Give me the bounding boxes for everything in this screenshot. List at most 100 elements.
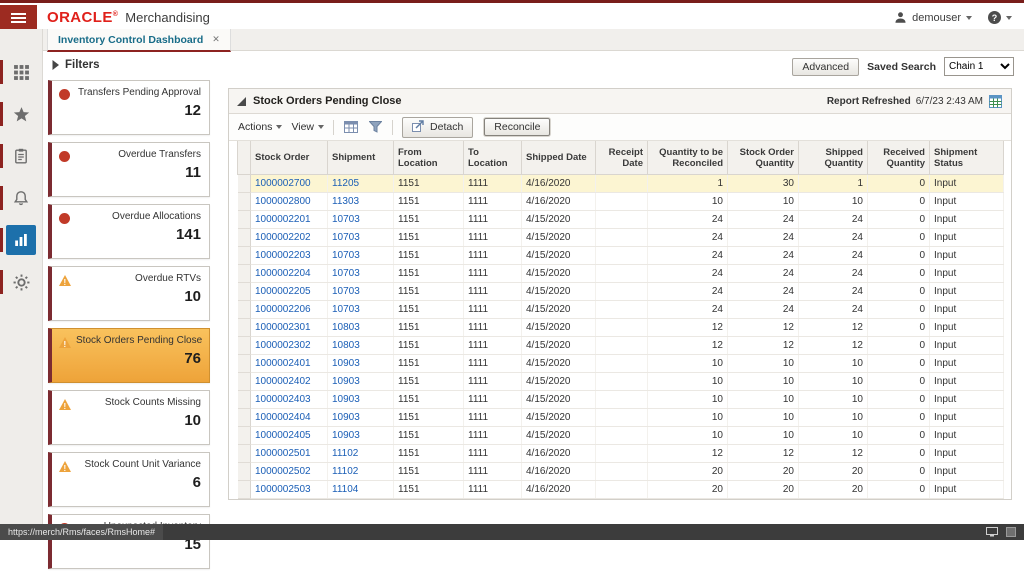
column-header-received-quantity[interactable]: Received Quantity bbox=[868, 141, 930, 175]
table-row[interactable]: 100000230210803115111114/15/20201212120I… bbox=[238, 337, 1004, 355]
column-header-from-location[interactable]: From Location bbox=[394, 141, 464, 175]
report-tile[interactable]: Transfers Pending Approval12 bbox=[48, 80, 210, 135]
report-tile[interactable]: Overdue Transfers11 bbox=[48, 142, 210, 197]
stock-order-link[interactable]: 1000002402 bbox=[255, 376, 311, 387]
rail-item-tasks[interactable] bbox=[0, 135, 42, 177]
report-tile[interactable]: Stock Counts Missing10 bbox=[48, 390, 210, 445]
shipment-link[interactable]: 10703 bbox=[332, 250, 360, 261]
column-header-to-location[interactable]: To Location bbox=[464, 141, 522, 175]
column-header-stock-order[interactable]: Stock Order bbox=[251, 141, 328, 175]
report-tile[interactable]: Unexpected Inventory15 bbox=[48, 514, 210, 569]
column-header-shipped-date[interactable]: Shipped Date bbox=[522, 141, 596, 175]
report-tile[interactable]: Overdue RTVs10 bbox=[48, 266, 210, 321]
stock-order-link[interactable]: 1000002401 bbox=[255, 358, 311, 369]
table-row[interactable]: 100000250311104115111114/16/20202020200I… bbox=[238, 481, 1004, 499]
stock-order-link[interactable]: 1000002700 bbox=[255, 178, 311, 189]
row-selector[interactable] bbox=[238, 265, 251, 283]
shipment-link[interactable]: 10803 bbox=[332, 322, 360, 333]
menu-button[interactable] bbox=[0, 5, 37, 31]
rail-item-apps[interactable] bbox=[0, 51, 42, 93]
panel-toggle-icon[interactable] bbox=[1006, 527, 1016, 537]
help-menu[interactable]: ? bbox=[988, 11, 1012, 24]
table-row[interactable]: 100000270011205115111114/16/202013010Inp… bbox=[238, 175, 1004, 193]
row-selector[interactable] bbox=[238, 175, 251, 193]
row-selector[interactable] bbox=[238, 229, 251, 247]
row-selector[interactable] bbox=[238, 301, 251, 319]
shipment-link[interactable]: 11102 bbox=[332, 448, 358, 459]
user-menu[interactable]: demouser bbox=[894, 11, 972, 24]
shipment-link[interactable]: 10803 bbox=[332, 340, 360, 351]
report-tile[interactable]: Overdue Allocations141 bbox=[48, 204, 210, 259]
shipment-link[interactable]: 11102 bbox=[332, 466, 358, 477]
shipment-link[interactable]: 10903 bbox=[332, 430, 360, 441]
export-report-icon[interactable] bbox=[988, 94, 1003, 109]
shipment-link[interactable]: 10903 bbox=[332, 358, 360, 369]
stock-order-link[interactable]: 1000002405 bbox=[255, 430, 311, 441]
table-row[interactable]: 100000220110703115111114/15/20202424240I… bbox=[238, 211, 1004, 229]
shipment-link[interactable]: 10703 bbox=[332, 304, 360, 315]
actions-menu[interactable]: Actions bbox=[238, 121, 282, 133]
table-row[interactable]: 100000220310703115111114/15/20202424240I… bbox=[238, 247, 1004, 265]
query-by-example-icon[interactable] bbox=[368, 120, 383, 134]
stock-order-link[interactable]: 1000002204 bbox=[255, 268, 311, 279]
column-header-receipt-date[interactable]: Receipt Date bbox=[596, 141, 648, 175]
table-row[interactable]: 100000240310903115111114/15/20201010100I… bbox=[238, 391, 1004, 409]
shipment-link[interactable]: 10703 bbox=[332, 268, 360, 279]
row-selector[interactable] bbox=[238, 211, 251, 229]
row-selector[interactable] bbox=[238, 373, 251, 391]
row-selector[interactable] bbox=[238, 445, 251, 463]
column-header-stock-order-quantity[interactable]: Stock Order Quantity bbox=[728, 141, 799, 175]
column-header-shipped-quantity[interactable]: Shipped Quantity bbox=[799, 141, 868, 175]
shipment-link[interactable]: 10903 bbox=[332, 412, 360, 423]
display-icon[interactable] bbox=[986, 527, 998, 537]
row-selector[interactable] bbox=[238, 481, 251, 499]
table-row[interactable]: 100000240510903115111114/15/20201010100I… bbox=[238, 427, 1004, 445]
report-tile[interactable]: Stock Count Unit Variance6 bbox=[48, 452, 210, 507]
shipment-link[interactable]: 11205 bbox=[332, 178, 359, 189]
stock-order-link[interactable]: 1000002201 bbox=[255, 214, 311, 225]
row-selector[interactable] bbox=[238, 247, 251, 265]
stock-order-link[interactable]: 1000002503 bbox=[255, 484, 311, 495]
table-row[interactable]: 100000220610703115111114/15/20202424240I… bbox=[238, 301, 1004, 319]
table-row[interactable]: 100000220510703115111114/15/20202424240I… bbox=[238, 283, 1004, 301]
rail-item-settings[interactable] bbox=[0, 261, 42, 303]
tab-close-icon[interactable]: ✕ bbox=[212, 35, 220, 44]
table-row[interactable]: 100000250111102115111114/16/20201212120I… bbox=[238, 445, 1004, 463]
column-header-shipment[interactable]: Shipment bbox=[328, 141, 394, 175]
table-row[interactable]: 100000280011303115111114/16/20201010100I… bbox=[238, 193, 1004, 211]
stock-order-link[interactable]: 1000002206 bbox=[255, 304, 311, 315]
row-selector[interactable] bbox=[238, 283, 251, 301]
shipment-link[interactable]: 11104 bbox=[332, 484, 358, 495]
shipment-link[interactable]: 10703 bbox=[332, 214, 360, 225]
advanced-button[interactable]: Advanced bbox=[792, 58, 859, 76]
stock-order-link[interactable]: 1000002404 bbox=[255, 412, 311, 423]
stock-order-link[interactable]: 1000002502 bbox=[255, 466, 311, 477]
rail-item-notifications[interactable] bbox=[0, 177, 42, 219]
stock-order-link[interactable]: 1000002403 bbox=[255, 394, 311, 405]
reconcile-button[interactable]: Reconcile bbox=[484, 118, 550, 136]
tab-inventory-control-dashboard[interactable]: Inventory Control Dashboard ✕ bbox=[47, 29, 231, 52]
column-header-shipment-status[interactable]: Shipment Status bbox=[930, 141, 1004, 175]
table-row[interactable]: 100000230110803115111114/15/20201212120I… bbox=[238, 319, 1004, 337]
saved-search-select[interactable]: Chain 1 bbox=[944, 57, 1014, 76]
stock-order-link[interactable]: 1000002205 bbox=[255, 286, 311, 297]
shipment-link[interactable]: 10903 bbox=[332, 376, 360, 387]
table-row[interactable]: 100000220410703115111114/15/20202424240I… bbox=[238, 265, 1004, 283]
table-row[interactable]: 100000220210703115111114/15/20202424240I… bbox=[238, 229, 1004, 247]
column-header-quantity-to-be-reconciled[interactable]: Quantity to be Reconciled bbox=[648, 141, 728, 175]
stock-order-link[interactable]: 1000002501 bbox=[255, 448, 311, 459]
row-selector[interactable] bbox=[238, 391, 251, 409]
shipment-link[interactable]: 11303 bbox=[332, 196, 359, 207]
row-selector[interactable] bbox=[238, 193, 251, 211]
row-selector[interactable] bbox=[238, 355, 251, 373]
table-row[interactable]: 100000240110903115111114/15/20201010100I… bbox=[238, 355, 1004, 373]
stock-order-link[interactable]: 1000002203 bbox=[255, 250, 311, 261]
stock-order-link[interactable]: 1000002301 bbox=[255, 322, 311, 333]
rail-item-reports[interactable] bbox=[0, 219, 42, 261]
shipment-link[interactable]: 10903 bbox=[332, 394, 360, 405]
row-selector[interactable] bbox=[238, 409, 251, 427]
filters-section-header[interactable]: Filters bbox=[52, 59, 100, 71]
collapse-icon[interactable] bbox=[237, 97, 246, 106]
shipment-link[interactable]: 10703 bbox=[332, 286, 360, 297]
view-menu[interactable]: View bbox=[291, 121, 324, 133]
